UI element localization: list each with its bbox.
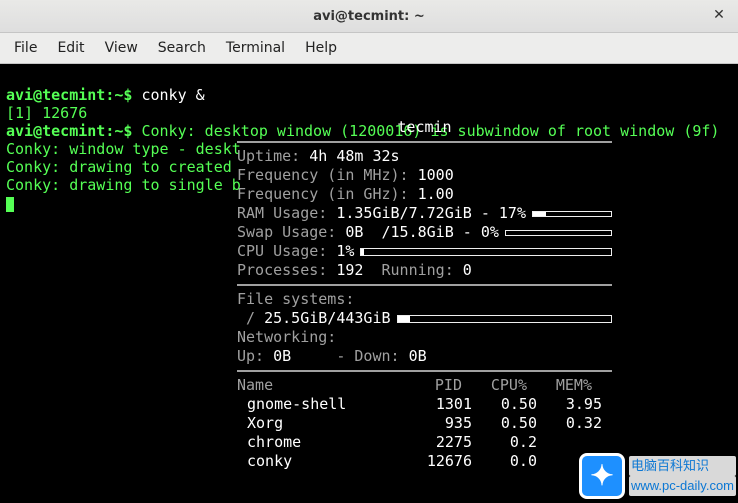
proc-mem: [537, 433, 602, 452]
row-filesystems-title: File systems:: [237, 290, 612, 309]
value-freq-ghz: 1.00: [418, 185, 454, 203]
conky-msg: Conky: drawing to created: [6, 158, 241, 176]
menu-edit[interactable]: Edit: [47, 36, 94, 60]
terminal-window: avi@tecmint: ~ ✕ File Edit View Search T…: [0, 0, 738, 503]
value-running: 0: [463, 261, 472, 279]
proc-cpu: 0.2: [472, 433, 537, 452]
menu-file[interactable]: File: [4, 36, 47, 60]
conky-hostname: tecmin: [237, 118, 612, 137]
value-fs-root: 25.5GiB/443GiB: [264, 309, 390, 327]
job-line: [1] 12676: [6, 104, 87, 122]
col-name: Name: [237, 376, 397, 395]
close-button[interactable]: ✕: [710, 6, 728, 24]
label-freq-mhz: Frequency (in MHz):: [237, 166, 418, 184]
row-freq-mhz: Frequency (in MHz): 1000: [237, 166, 612, 185]
row-uptime: Uptime: 4h 48m 32s: [237, 147, 612, 166]
value-cpu: 1%: [336, 242, 354, 260]
watermark-icon: ✦: [579, 453, 625, 499]
col-cpu: CPU%: [462, 376, 527, 395]
proc-pid: 2275: [407, 433, 472, 452]
conky-msg: Conky: drawing to single b: [6, 176, 241, 194]
conky-msg: Conky: window type - deskt: [6, 140, 241, 158]
row-swap: Swap Usage: 0B /15.8GiB - 0%: [237, 223, 612, 242]
proc-cpu: 0.0: [472, 452, 537, 471]
row-freq-ghz: Frequency (in GHz): 1.00: [237, 185, 612, 204]
proc-name: chrome: [237, 433, 407, 452]
prompt: avi@tecmint:~$: [6, 122, 141, 140]
cpu-bar: [360, 248, 612, 256]
watermark-text2: www.pc-daily.com: [629, 476, 736, 496]
label-root: /: [237, 309, 264, 327]
value-freq-mhz: 1000: [418, 166, 454, 184]
label-networking: Networking:: [237, 328, 336, 347]
label-running: Running:: [363, 261, 462, 279]
value-uptime: 4h 48m 32s: [309, 147, 399, 165]
proc-pid: 12676: [407, 452, 472, 471]
value-swap: 0B /15.8GiB - 0%: [345, 223, 499, 241]
menubar: File Edit View Search Terminal Help: [0, 33, 738, 64]
value-net-up: 0B: [273, 347, 291, 365]
close-icon: ✕: [713, 7, 725, 23]
command: conky &: [141, 86, 204, 104]
label-up: Up:: [237, 347, 273, 365]
watermark: ✦ 电脑百科知识 www.pc-daily.com: [579, 453, 736, 499]
value-ram: 1.35GiB/7.72GiB - 17%: [336, 204, 526, 222]
label-processes: Processes:: [237, 261, 336, 279]
row-networking-title: Networking:: [237, 328, 612, 347]
value-net-down: 0B: [409, 347, 427, 365]
proc-cpu: 0.50: [472, 395, 537, 414]
process-table-header: Name PID CPU% MEM%: [237, 376, 612, 395]
label-ram: RAM Usage:: [237, 204, 336, 222]
terminal-area[interactable]: avi@tecmint:~$ conky & [1] 12676 avi@tec…: [0, 64, 738, 503]
proc-cpu: 0.50: [472, 414, 537, 433]
watermark-glyph: ✦: [590, 467, 613, 485]
cursor: [6, 197, 14, 212]
conky-overlay: tecmin Uptime: 4h 48m 32s Frequency (in …: [237, 118, 612, 471]
swap-bar: [505, 230, 612, 236]
label-swap: Swap Usage:: [237, 223, 345, 241]
ram-bar: [532, 211, 612, 217]
row-cpu: CPU Usage: 1%: [237, 242, 612, 261]
divider: [237, 284, 612, 286]
label-uptime: Uptime:: [237, 147, 309, 165]
proc-mem: 3.95: [537, 395, 602, 414]
fs-root-bar: [397, 315, 612, 323]
row-processes: Processes: 192 Running: 0: [237, 261, 612, 280]
window-title: avi@tecmint: ~: [313, 9, 425, 24]
prompt: avi@tecmint:~$: [6, 86, 141, 104]
label-freq-ghz: Frequency (in GHz):: [237, 185, 418, 203]
label-down: - Down:: [327, 347, 408, 365]
col-pid: PID: [397, 376, 462, 395]
table-row: conky126760.0: [237, 452, 612, 471]
proc-name: Xorg: [237, 414, 407, 433]
menu-terminal[interactable]: Terminal: [216, 36, 295, 60]
menu-help[interactable]: Help: [295, 36, 347, 60]
col-mem: MEM%: [527, 376, 592, 395]
titlebar: avi@tecmint: ~ ✕: [0, 0, 738, 33]
proc-pid: 1301: [407, 395, 472, 414]
divider: [237, 370, 612, 372]
proc-name: gnome-shell: [237, 395, 407, 414]
watermark-text1: 电脑百科知识: [629, 456, 736, 476]
proc-pid: 935: [407, 414, 472, 433]
menu-view[interactable]: View: [95, 36, 148, 60]
proc-name: conky: [237, 452, 407, 471]
table-row: gnome-shell13010.503.95: [237, 395, 612, 414]
process-table: Name PID CPU% MEM% gnome-shell13010.503.…: [237, 376, 612, 471]
row-net: Up: 0B - Down: 0B: [237, 347, 612, 366]
menu-search[interactable]: Search: [148, 36, 216, 60]
row-fs-root: / 25.5GiB/443GiB: [237, 309, 612, 328]
divider: [237, 141, 612, 143]
table-row: Xorg9350.500.32: [237, 414, 612, 433]
label-cpu: CPU Usage:: [237, 242, 336, 260]
proc-mem: 0.32: [537, 414, 602, 433]
value-processes: 192: [336, 261, 363, 279]
row-ram: RAM Usage: 1.35GiB/7.72GiB - 17%: [237, 204, 612, 223]
label-filesystems: File systems:: [237, 290, 354, 309]
table-row: chrome22750.2: [237, 433, 612, 452]
